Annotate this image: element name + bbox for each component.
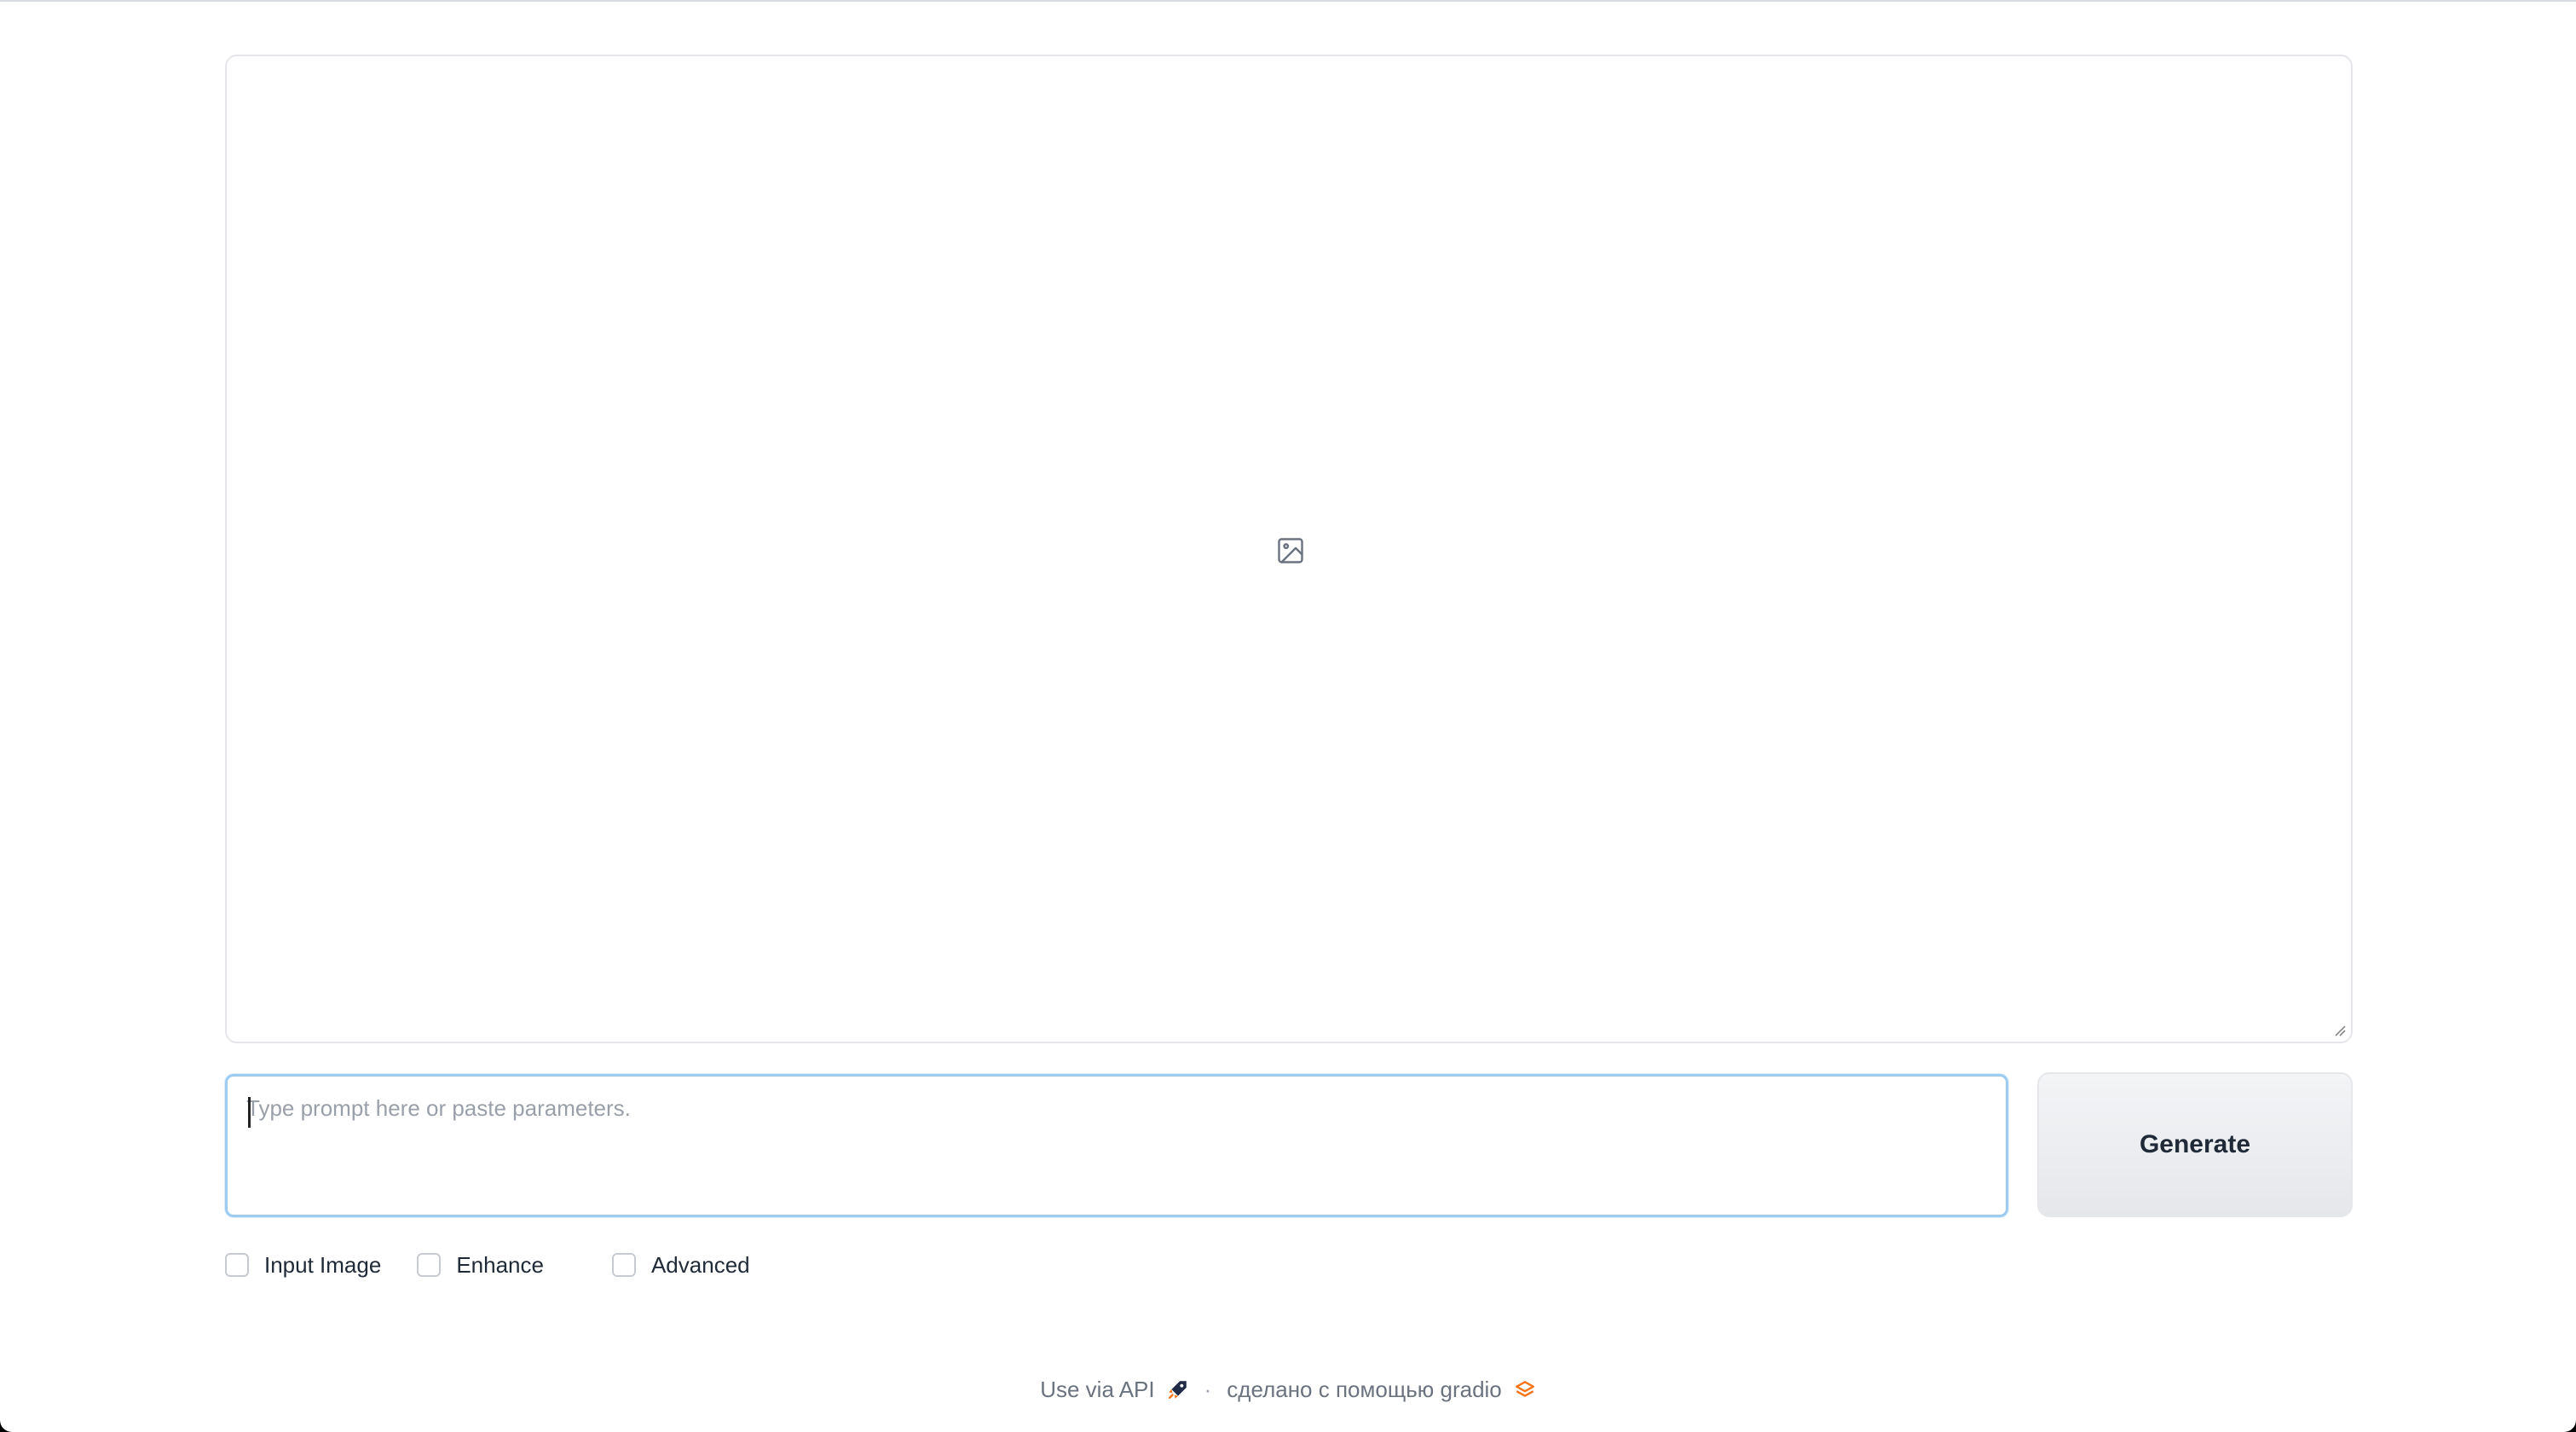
top-divider: [0, 0, 2576, 2]
rocket-icon: [1168, 1381, 1187, 1399]
image-icon: [1278, 538, 1303, 563]
input-image-label: Input Image: [264, 1251, 382, 1278]
image-gallery[interactable]: [225, 55, 2353, 1043]
generate-button[interactable]: Generate: [2037, 1072, 2353, 1217]
use-via-api-link[interactable]: Use via API: [1040, 1377, 1154, 1403]
input-image-option[interactable]: Input Image: [225, 1252, 381, 1279]
footer-separator: ·: [1204, 1376, 1212, 1402]
advanced-option[interactable]: Advanced: [611, 1251, 750, 1279]
window-corner-left: [0, 1408, 24, 1432]
resize-handle-icon[interactable]: [2334, 1025, 2346, 1036]
input-image-checkbox[interactable]: [225, 1253, 249, 1277]
enhance-option[interactable]: Enhance: [417, 1252, 544, 1279]
gradio-logo-icon: [1515, 1381, 1534, 1397]
prompt-input[interactable]: [228, 1077, 2006, 1215]
enhance-label: Enhance: [456, 1251, 544, 1278]
options-row: Input Image Enhance Advanced: [225, 1248, 750, 1282]
prompt-field[interactable]: [225, 1074, 2008, 1217]
text-cursor: [248, 1097, 251, 1128]
footer: Use via API · сделано с помощью gradio: [0, 1372, 2576, 1406]
window-corner-right: [2552, 1408, 2576, 1432]
advanced-label: Advanced: [650, 1251, 750, 1278]
built-with-gradio-link[interactable]: сделано с помощью gradio: [1227, 1377, 1501, 1403]
advanced-checkbox[interactable]: [611, 1253, 636, 1277]
enhance-checkbox[interactable]: [417, 1253, 442, 1277]
